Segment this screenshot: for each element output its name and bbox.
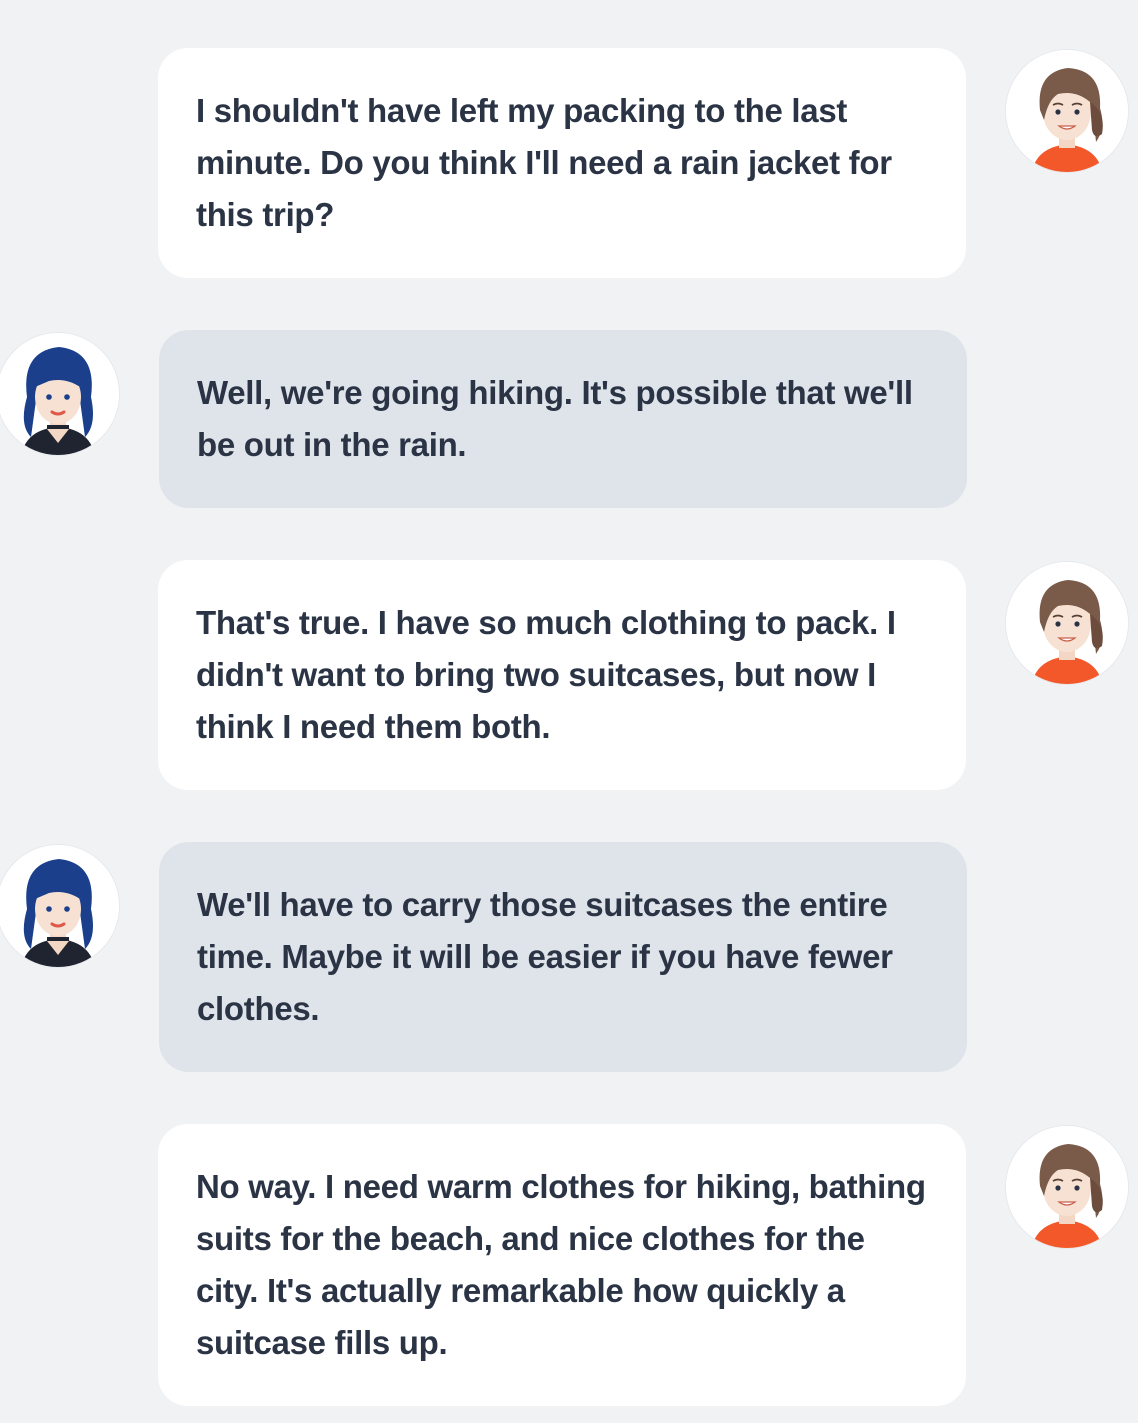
blue-hair-woman-avatar[interactable] [0, 333, 119, 455]
brown-hair-woman-avatar[interactable] [1006, 1126, 1128, 1248]
blue-hair-woman-icon [0, 845, 119, 967]
brown-hair-woman-avatar[interactable] [1006, 50, 1128, 172]
chat-message-other: We'll have to carry those suitcases the … [159, 842, 967, 1072]
message-text: No way. I need warm clothes for hiking, … [196, 1168, 926, 1361]
brown-hair-woman-icon [1006, 1126, 1128, 1248]
blue-hair-woman-avatar[interactable] [0, 845, 119, 967]
brown-hair-woman-avatar[interactable] [1006, 562, 1128, 684]
chat-message-self: No way. I need warm clothes for hiking, … [158, 1124, 966, 1406]
message-text: Well, we're going hiking. It's possible … [197, 374, 913, 463]
brown-hair-woman-icon [1006, 50, 1128, 172]
message-text: We'll have to carry those suitcases the … [197, 886, 893, 1027]
chat-message-self: I shouldn't have left my packing to the … [158, 48, 966, 278]
message-text: That's true. I have so much clothing to … [196, 604, 896, 745]
chat-message-self: That's true. I have so much clothing to … [158, 560, 966, 790]
chat-message-other: Well, we're going hiking. It's possible … [159, 330, 967, 508]
message-text: I shouldn't have left my packing to the … [196, 92, 892, 233]
blue-hair-woman-icon [0, 333, 119, 455]
brown-hair-woman-icon [1006, 562, 1128, 684]
